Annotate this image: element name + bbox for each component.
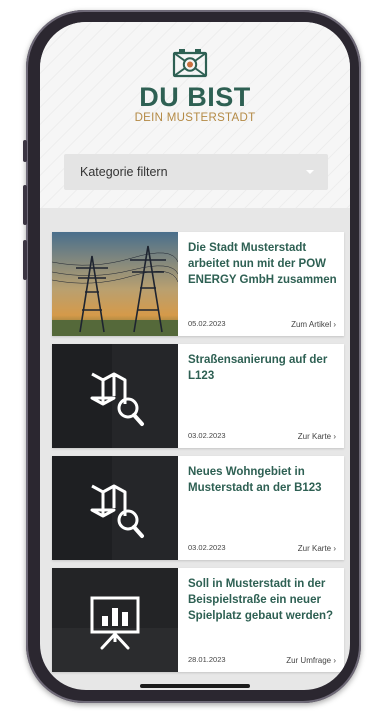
category-filter-dropdown[interactable]: Kategorie filtern [64,154,328,190]
camera-logo-icon [172,49,208,78]
home-indicator[interactable] [140,684,250,688]
news-card-title: Soll in Musterstadt in der Beispielstraß… [188,578,334,622]
open-survey-link[interactable]: Zur Umfrage › [286,656,336,665]
news-card[interactable]: Neues Wohngebiet in Musterstadt an der B… [52,456,344,560]
map-search-icon [52,344,178,448]
news-card-title: Straßensanierung auf der L123 [188,354,328,382]
map-search-icon [52,456,178,560]
brand-title: DU BIST [139,82,251,112]
news-card[interactable]: Die Stadt Musterstadt arbeitet nun mit d… [52,232,344,336]
phone-volume-down [23,240,27,280]
phone-volume-up [23,185,27,225]
read-article-link[interactable]: Zum Artikel › [291,320,336,329]
presentation-chart-icon [52,568,178,672]
news-card[interactable]: Straßensanierung auf der L123 03.02.2023… [52,344,344,448]
news-card-date: 28.01.2023 [188,655,226,664]
news-card-title: Neues Wohngebiet in Musterstadt an der B… [188,466,322,494]
open-map-link[interactable]: Zur Karte › [298,544,336,553]
news-card-date: 05.02.2023 [188,319,226,328]
app-screen: DU BIST DEIN MUSTERSTADT Kategorie filte… [40,22,350,690]
open-map-link[interactable]: Zur Karte › [298,432,336,441]
brand-subtitle: DEIN MUSTERSTADT [134,112,256,124]
news-card-title: Die Stadt Musterstadt arbeitet nun mit d… [188,242,337,286]
news-card-date: 03.02.2023 [188,431,226,440]
phone-side-button [23,140,27,162]
power-lines-photo [52,232,178,336]
news-card[interactable]: Soll in Musterstadt in der Beispielstraß… [52,568,344,672]
chevron-down-icon [306,170,314,174]
category-filter-label: Kategorie filtern [80,165,168,179]
news-card-date: 03.02.2023 [188,543,226,552]
app-header: DU BIST DEIN MUSTERSTADT Kategorie filte… [40,22,350,208]
